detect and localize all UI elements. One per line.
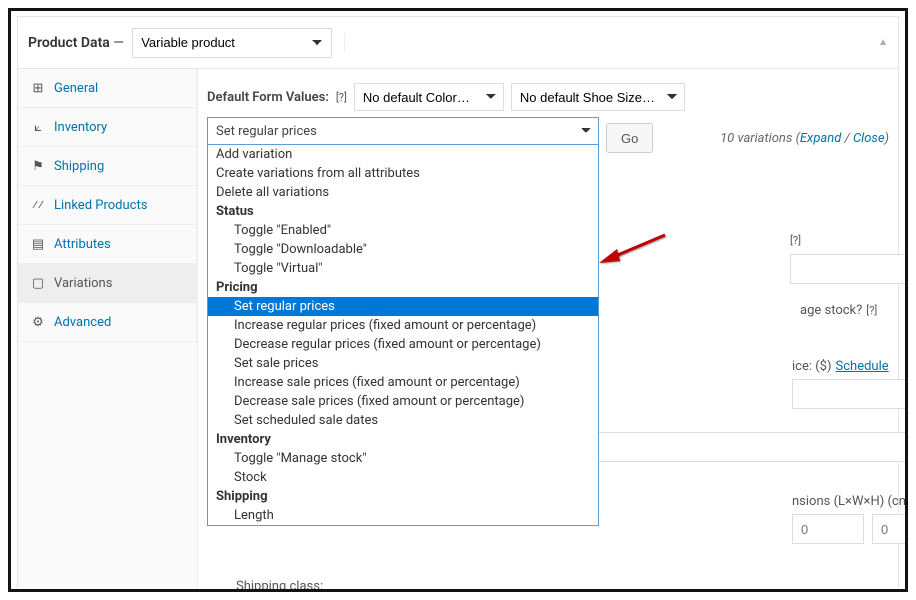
dropdown-item[interactable]: Toggle "Enabled" — [208, 221, 598, 240]
dropdown-item[interactable]: Delete all variations — [208, 183, 598, 202]
sale-price-label-partial: ice: ($) — [792, 359, 832, 374]
shipping-icon: ⚑ — [30, 158, 46, 174]
dropdown-item[interactable]: Toggle "Downloadable" — [208, 240, 598, 259]
dropdown-group: Inventory — [208, 430, 598, 449]
dim-l-input[interactable] — [792, 514, 864, 544]
tab-label: Advanced — [54, 315, 111, 330]
help-icon[interactable]: [?] — [866, 304, 877, 317]
general-icon: ⊞ — [30, 80, 46, 96]
inventory-icon: ⟀ — [30, 119, 46, 135]
sale-price-input[interactable] — [792, 379, 908, 409]
panel-header: Product Data — Variable product ▲ — [18, 17, 898, 69]
tab-inventory[interactable]: ⟀ Inventory — [18, 108, 197, 147]
dropdown-group: Pricing — [208, 278, 598, 297]
dropdown-item[interactable]: Decrease regular prices (fixed amount or… — [208, 335, 598, 354]
tab-shipping[interactable]: ⚑ Shipping — [18, 147, 197, 186]
variations-icon: ▢ — [30, 275, 46, 291]
tab-label: Linked Products — [54, 198, 147, 213]
dropdown-item[interactable]: Toggle "Virtual" — [208, 259, 598, 278]
default-color-select[interactable]: No default Color… — [354, 83, 504, 111]
tab-label: Attributes — [54, 237, 111, 252]
dropdown-item[interactable]: Toggle "Manage stock" — [208, 449, 598, 468]
product-data-tabs: ⊞ General ⟀ Inventory ⚑ Shipping ⁄⁄ Linked Prod… — [18, 69, 198, 589]
default-form-values-label: Default Form Values: — [207, 90, 329, 105]
dropdown-item[interactable]: Set regular prices — [208, 297, 598, 316]
dropdown-group: Status — [208, 202, 598, 221]
dropdown-item[interactable]: Increase regular prices (fixed amount or… — [208, 316, 598, 335]
dropdown-item[interactable]: Increase sale prices (fixed amount or pe… — [208, 373, 598, 392]
bulk-action-selected[interactable]: Set regular prices — [207, 117, 599, 145]
product-data-panel: Product Data — Variable product ▲ ⊞ Gener… — [17, 16, 899, 591]
divider — [344, 33, 345, 53]
variations-count-text: 10 variations (Expand / Close) — [720, 131, 889, 146]
dropdown-item[interactable]: Stock — [208, 468, 598, 487]
tab-label: Shipping — [54, 159, 104, 174]
go-button[interactable]: Go — [606, 123, 653, 153]
dropdown-item[interactable]: Set scheduled sale dates — [208, 411, 598, 430]
variations-panel: Default Form Values: [?] No default Colo… — [198, 69, 898, 589]
tab-general[interactable]: ⊞ General — [18, 69, 197, 108]
manage-stock-label-partial: age stock? — [800, 303, 862, 318]
bulk-action-dropdown[interactable]: Set regular prices Add variationCreate v… — [207, 117, 599, 526]
dropdown-item[interactable]: Decrease sale prices (fixed amount or pe… — [208, 392, 598, 411]
tab-variations[interactable]: ▢ Variations — [18, 264, 197, 303]
help-icon[interactable]: [?] — [336, 91, 347, 104]
bulk-action-list: Add variationCreate variations from all … — [207, 145, 599, 526]
default-shoe-size-select[interactable]: No default Shoe Size… — [511, 83, 685, 111]
tab-advanced[interactable]: ⚙ Advanced — [18, 303, 197, 342]
dropdown-item[interactable]: Create variations from all attributes — [208, 164, 598, 183]
linked-products-icon: ⁄⁄ — [30, 197, 46, 213]
dropdown-item[interactable]: Add variation — [208, 145, 598, 164]
collapse-toggle-icon[interactable]: ▲ — [878, 37, 888, 48]
tab-attributes[interactable]: ▤ Attributes — [18, 225, 197, 264]
tab-label: Inventory — [54, 120, 107, 135]
sku-input[interactable] — [790, 254, 908, 284]
expand-link[interactable]: Expand — [800, 131, 841, 146]
dimensions-label-partial: nsions (L×W×H) (cm): — [792, 494, 908, 509]
attributes-icon: ▤ — [30, 236, 46, 252]
dropdown-item[interactable]: Set sale prices — [208, 354, 598, 373]
tab-label: General — [54, 81, 98, 96]
tab-linked-products[interactable]: ⁄⁄ Linked Products — [18, 186, 197, 225]
product-type-select[interactable]: Variable product — [132, 28, 332, 58]
tab-label: Variations — [54, 276, 112, 291]
panel-title: Product Data — [28, 35, 110, 51]
shipping-class-label: Shipping class: — [236, 579, 323, 592]
help-icon[interactable]: [?] — [790, 234, 801, 247]
dropdown-group: Shipping — [208, 487, 598, 506]
close-link[interactable]: Close — [853, 131, 885, 146]
schedule-link[interactable]: Schedule — [836, 359, 889, 374]
advanced-icon: ⚙ — [30, 314, 46, 330]
dim-w-input[interactable] — [872, 514, 908, 544]
dropdown-item[interactable]: Length — [208, 506, 598, 525]
